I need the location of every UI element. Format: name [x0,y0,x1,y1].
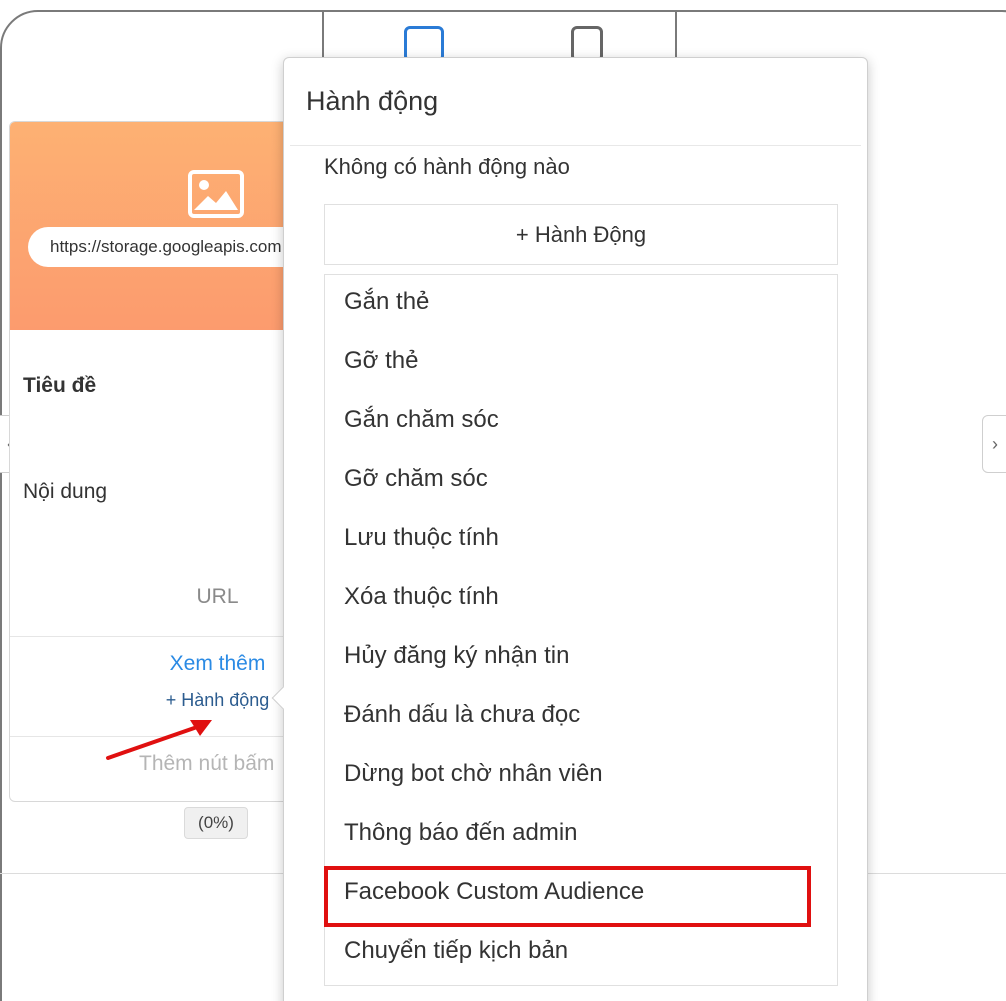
card-title[interactable]: Tiêu đề [23,374,96,398]
empty-actions-text: Không có hành động nào [324,154,570,179]
see-more-button[interactable]: Xem thêm [10,652,298,676]
red-arrow-icon [106,720,212,760]
image-url-input[interactable]: https://storage.googleapis.com [28,227,298,267]
action-option-pause-bot[interactable]: Dừng bot chờ nhân viên [344,760,603,788]
action-popover: Hành động Không có hành động nào + Hành … [271,57,868,1001]
chevron-right-icon: › [992,434,998,454]
action-option-mark-unread[interactable]: Đánh dấu là chưa đọc [344,701,580,729]
card-url-field[interactable]: URL [10,585,298,609]
popover-title: Hành động [306,86,439,116]
card-image-area[interactable]: https://storage.googleapis.com [10,122,298,330]
add-action-button[interactable]: + Hành Động [324,204,838,265]
action-option-delete-attribute[interactable]: Xóa thuộc tính [344,583,499,611]
popover-separator [290,145,861,146]
action-option-untag[interactable]: Gỡ thẻ [344,347,418,375]
progress-badge: (0%) [184,807,248,839]
card-separator [10,636,298,637]
image-icon[interactable] [188,170,244,218]
action-option-forward-flow[interactable]: Chuyển tiếp kịch bản [344,937,568,965]
next-card-button[interactable]: › [982,415,1006,473]
action-option-tag[interactable]: Gắn thẻ [344,288,429,316]
action-option-unsubscribe[interactable]: Hủy đăng ký nhận tin [344,642,569,670]
action-option-save-attribute[interactable]: Lưu thuộc tính [344,524,499,552]
action-option-assign-care[interactable]: Gắn chăm sóc [344,406,499,434]
highlight-box [324,866,811,927]
message-card: https://storage.googleapis.com Tiêu đề N… [9,121,299,802]
action-option-unassign-care[interactable]: Gỡ chăm sóc [344,465,488,493]
action-option-notify-admin[interactable]: Thông báo đến admin [344,819,578,847]
card-content[interactable]: Nội dung [23,480,107,504]
